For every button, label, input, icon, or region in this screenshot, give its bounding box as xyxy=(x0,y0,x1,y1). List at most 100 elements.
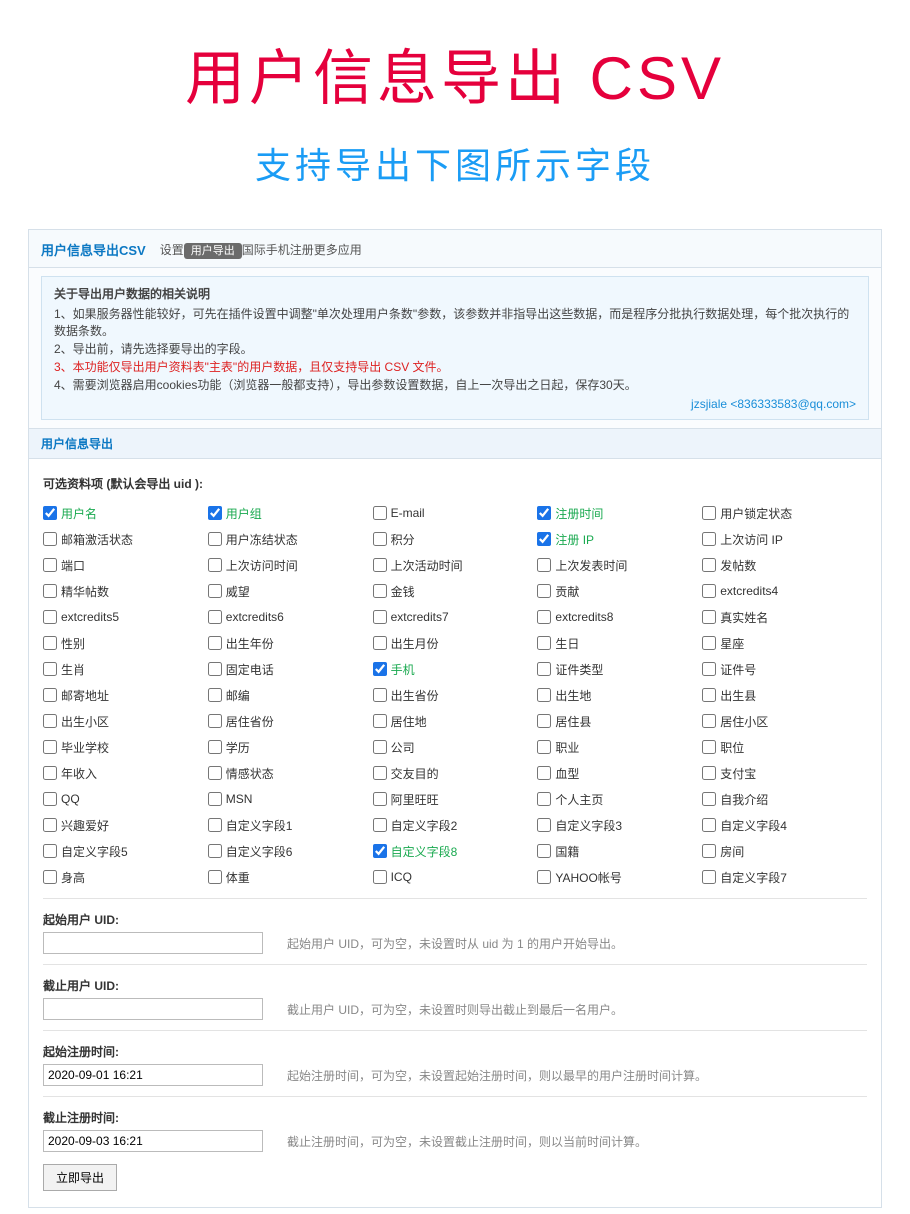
field-checkbox[interactable] xyxy=(373,844,387,858)
export-button[interactable]: 立即导出 xyxy=(43,1164,117,1191)
field-option[interactable]: 自定义字段6 xyxy=(208,840,373,862)
field-option[interactable]: 兴趣爱好 xyxy=(43,814,208,836)
field-option[interactable]: ICQ xyxy=(373,866,538,888)
field-option[interactable]: 出生县 xyxy=(702,684,867,706)
field-option[interactable]: 公司 xyxy=(373,736,538,758)
field-checkbox[interactable] xyxy=(43,610,57,624)
field-option[interactable]: 邮寄地址 xyxy=(43,684,208,706)
field-checkbox[interactable] xyxy=(702,740,716,754)
field-checkbox[interactable] xyxy=(702,662,716,676)
field-option[interactable]: 自定义字段3 xyxy=(537,814,702,836)
field-checkbox[interactable] xyxy=(208,688,222,702)
field-checkbox[interactable] xyxy=(702,766,716,780)
field-checkbox[interactable] xyxy=(43,714,57,728)
field-checkbox[interactable] xyxy=(537,584,551,598)
field-option[interactable]: 出生省份 xyxy=(373,684,538,706)
field-checkbox[interactable] xyxy=(208,740,222,754)
field-option[interactable]: 用户锁定状态 xyxy=(702,502,867,524)
field-option[interactable]: 星座 xyxy=(702,632,867,654)
field-checkbox[interactable] xyxy=(702,818,716,832)
field-checkbox[interactable] xyxy=(702,636,716,650)
field-checkbox[interactable] xyxy=(537,740,551,754)
field-option[interactable]: extcredits8 xyxy=(537,606,702,628)
field-checkbox[interactable] xyxy=(373,740,387,754)
field-checkbox[interactable] xyxy=(373,766,387,780)
field-option[interactable]: 发帖数 xyxy=(702,554,867,576)
field-checkbox[interactable] xyxy=(537,558,551,572)
start-time-input[interactable] xyxy=(43,1064,263,1086)
tab-更多应用[interactable]: 更多应用 xyxy=(314,243,362,257)
field-option[interactable]: 职业 xyxy=(537,736,702,758)
field-option[interactable]: 年收入 xyxy=(43,762,208,784)
field-option[interactable]: 体重 xyxy=(208,866,373,888)
field-checkbox[interactable] xyxy=(373,870,387,884)
field-option[interactable]: 自定义字段8 xyxy=(373,840,538,862)
field-checkbox[interactable] xyxy=(373,584,387,598)
field-option[interactable]: 贡献 xyxy=(537,580,702,602)
field-option[interactable]: 自定义字段4 xyxy=(702,814,867,836)
field-checkbox[interactable] xyxy=(702,688,716,702)
author-link[interactable]: jzsjiale <836333583@qq.com> xyxy=(54,397,856,411)
field-checkbox[interactable] xyxy=(373,792,387,806)
field-option[interactable]: 注册时间 xyxy=(537,502,702,524)
field-option[interactable]: 学历 xyxy=(208,736,373,758)
field-option[interactable]: 情感状态 xyxy=(208,762,373,784)
field-option[interactable]: 端口 xyxy=(43,554,208,576)
field-option[interactable]: 证件号 xyxy=(702,658,867,680)
field-option[interactable]: 自定义字段1 xyxy=(208,814,373,836)
field-option[interactable]: 精华帖数 xyxy=(43,580,208,602)
field-option[interactable]: extcredits5 xyxy=(43,606,208,628)
field-option[interactable]: 证件类型 xyxy=(537,658,702,680)
field-checkbox[interactable] xyxy=(373,532,387,546)
field-checkbox[interactable] xyxy=(43,766,57,780)
field-checkbox[interactable] xyxy=(373,662,387,676)
field-checkbox[interactable] xyxy=(208,662,222,676)
field-option[interactable]: 自定义字段7 xyxy=(702,866,867,888)
field-option[interactable]: 国籍 xyxy=(537,840,702,862)
field-option[interactable]: 毕业学校 xyxy=(43,736,208,758)
field-checkbox[interactable] xyxy=(373,558,387,572)
field-checkbox[interactable] xyxy=(702,532,716,546)
field-option[interactable]: 居住小区 xyxy=(702,710,867,732)
field-option[interactable]: 上次访问时间 xyxy=(208,554,373,576)
field-option[interactable]: extcredits6 xyxy=(208,606,373,628)
field-checkbox[interactable] xyxy=(537,662,551,676)
field-checkbox[interactable] xyxy=(208,558,222,572)
end-uid-input[interactable] xyxy=(43,998,263,1020)
field-option[interactable]: YAHOO帐号 xyxy=(537,866,702,888)
field-option[interactable]: extcredits4 xyxy=(702,580,867,602)
tab-设置[interactable]: 设置 xyxy=(160,243,184,257)
field-checkbox[interactable] xyxy=(43,636,57,650)
field-option[interactable]: QQ xyxy=(43,788,208,810)
field-option[interactable]: 上次发表时间 xyxy=(537,554,702,576)
field-checkbox[interactable] xyxy=(208,714,222,728)
field-checkbox[interactable] xyxy=(702,558,716,572)
field-checkbox[interactable] xyxy=(373,688,387,702)
field-option[interactable]: 房间 xyxy=(702,840,867,862)
field-option[interactable]: 威望 xyxy=(208,580,373,602)
field-checkbox[interactable] xyxy=(43,506,57,520)
field-option[interactable]: 血型 xyxy=(537,762,702,784)
tab-用户导出[interactable]: 用户导出 xyxy=(184,243,242,259)
field-checkbox[interactable] xyxy=(702,844,716,858)
field-option[interactable]: 用户冻结状态 xyxy=(208,528,373,550)
field-option[interactable]: 身高 xyxy=(43,866,208,888)
field-option[interactable]: 交友目的 xyxy=(373,762,538,784)
field-option[interactable]: 个人主页 xyxy=(537,788,702,810)
field-option[interactable]: 上次访问 IP xyxy=(702,528,867,550)
field-checkbox[interactable] xyxy=(208,870,222,884)
field-option[interactable]: 居住省份 xyxy=(208,710,373,732)
field-checkbox[interactable] xyxy=(537,532,551,546)
field-checkbox[interactable] xyxy=(208,584,222,598)
field-checkbox[interactable] xyxy=(537,844,551,858)
field-checkbox[interactable] xyxy=(537,714,551,728)
field-checkbox[interactable] xyxy=(702,714,716,728)
field-checkbox[interactable] xyxy=(43,662,57,676)
field-option[interactable]: 出生小区 xyxy=(43,710,208,732)
field-checkbox[interactable] xyxy=(537,688,551,702)
field-checkbox[interactable] xyxy=(43,558,57,572)
field-checkbox[interactable] xyxy=(373,636,387,650)
field-checkbox[interactable] xyxy=(702,506,716,520)
field-option[interactable]: 自定义字段2 xyxy=(373,814,538,836)
field-option[interactable]: 性别 xyxy=(43,632,208,654)
